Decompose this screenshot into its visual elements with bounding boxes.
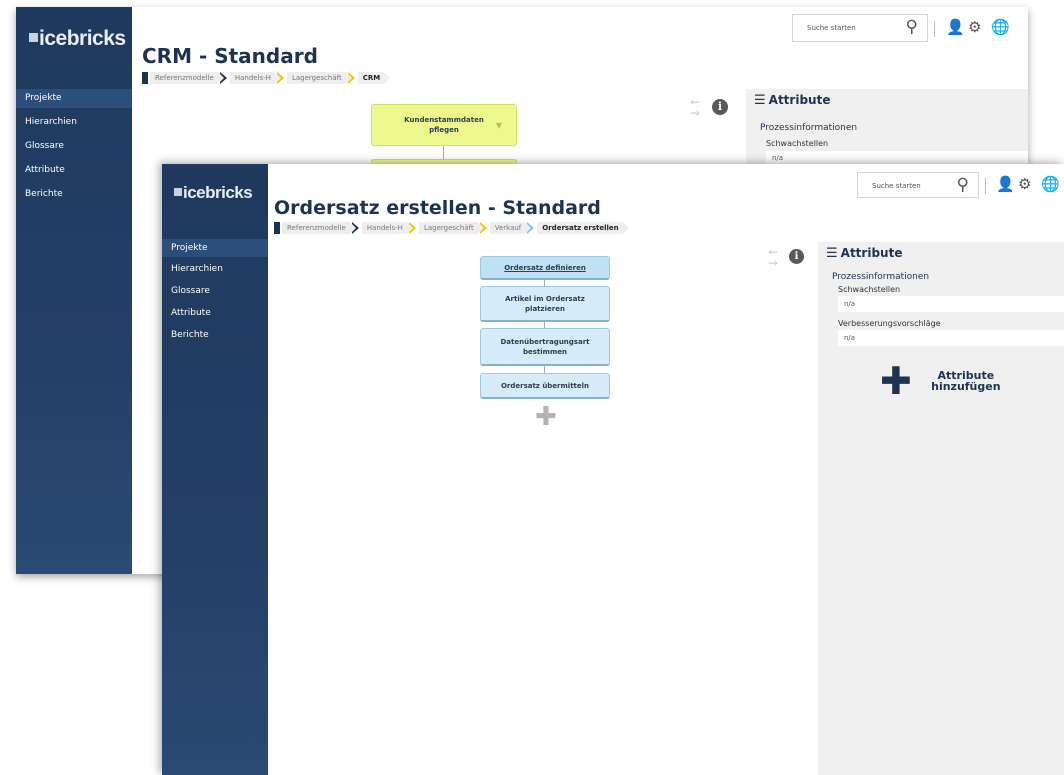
sidebar-item-berichte[interactable]: Berichte xyxy=(162,327,268,349)
breadcrumb-item[interactable]: Referenzmodelle xyxy=(282,222,356,234)
panel-header-label: Attribute xyxy=(840,246,903,260)
sidebar-item-attribute[interactable]: Attribute xyxy=(16,161,132,185)
process-step[interactable]: Kundenstammdaten pflegen ▼ xyxy=(371,104,517,146)
toolbar-divider xyxy=(934,21,935,37)
section-title: Prozessinformationen xyxy=(760,123,858,133)
search-input[interactable]: Suche starten ⚲ xyxy=(792,14,928,42)
panel-header: ☰ Attribute xyxy=(826,246,902,261)
breadcrumb-item[interactable]: Handels-H xyxy=(361,222,414,234)
info-icon[interactable]: i xyxy=(789,249,804,264)
search-input[interactable]: Suche starten ⚲ xyxy=(857,172,979,198)
process-step[interactable]: Ordersatz definieren xyxy=(480,256,610,280)
sidebar-item-projekte[interactable]: Projekte xyxy=(162,239,268,257)
sidebar-nav: Projekte Hierarchien Glossare Attribute … xyxy=(162,239,268,349)
field-label: Schwachstellen xyxy=(838,285,901,294)
sidebar-item-projekte[interactable]: Projekte xyxy=(16,89,132,108)
process-step[interactable]: Datenübertragungsart bestimmen xyxy=(480,328,610,366)
ordersatz-window: icebricks Projekte Hierarchien Glossare … xyxy=(162,164,1064,775)
connector xyxy=(443,146,444,159)
process-step[interactable]: Ordersatz übermitteln xyxy=(480,373,610,399)
page-title: CRM - Standard xyxy=(142,44,318,68)
process-step-label: Artikel im Ordersatz platzieren xyxy=(505,294,585,313)
globe-icon[interactable]: 🌐 xyxy=(1041,177,1060,192)
section-title: Prozessinformationen xyxy=(832,272,930,282)
field-value[interactable]: n/a xyxy=(838,330,1064,346)
breadcrumb-item[interactable]: Handels-H xyxy=(229,72,282,84)
logo-text: icebricks xyxy=(39,27,126,50)
search-placeholder: Suche starten xyxy=(807,24,856,32)
sidebar-item-glossare[interactable]: Glossare xyxy=(16,137,132,161)
process-step-label: Datenübertragungsart bestimmen xyxy=(500,337,590,356)
search-placeholder: Suche starten xyxy=(872,182,921,190)
breadcrumb-item[interactable]: Referenzmodelle xyxy=(150,72,224,84)
swap-arrows-icon[interactable]: ⇜ ⇝ xyxy=(768,246,778,269)
logo-mark xyxy=(29,33,38,43)
breadcrumb-item[interactable]: Verkauf xyxy=(489,222,531,234)
process-step-label: Kundenstammdaten pflegen xyxy=(404,116,484,134)
sidebar-item-hierarchien[interactable]: Hierarchien xyxy=(16,113,132,137)
list-icon: ☰ xyxy=(826,246,838,261)
field-label: Schwachstellen xyxy=(766,139,829,148)
add-attribute-button[interactable]: ✚ Attribute hinzufügen xyxy=(880,359,1006,403)
add-step-plus-icon[interactable]: ✚ xyxy=(535,404,557,430)
panel-header-label: Attribute xyxy=(768,93,831,107)
logo[interactable]: icebricks xyxy=(174,183,253,203)
page-title: Ordersatz erstellen - Standard xyxy=(274,197,601,219)
process-step-label: Ordersatz übermitteln xyxy=(500,381,590,390)
info-icon[interactable]: i xyxy=(712,99,728,115)
logo-mark xyxy=(174,188,182,197)
gear-icon[interactable]: ⚙ xyxy=(968,20,981,35)
user-icon[interactable]: 👤 xyxy=(946,20,965,35)
gear-icon[interactable]: ⚙ xyxy=(1018,177,1031,192)
field-value[interactable]: n/a xyxy=(766,151,1028,165)
breadcrumb: Referenzmodelle Handels-H Lagergeschäft … xyxy=(142,72,394,84)
search-icon[interactable]: ⚲ xyxy=(906,19,918,36)
sidebar-nav: Projekte Hierarchien Glossare Attribute … xyxy=(16,89,132,209)
attribute-panel: ☰ Attribute Prozessinformationen Schwachs… xyxy=(818,242,1064,775)
breadcrumb-item-current[interactable]: Ordersatz erstellen xyxy=(537,222,630,234)
sidebar-item-attribute[interactable]: Attribute xyxy=(162,305,268,327)
user-icon[interactable]: 👤 xyxy=(996,177,1015,192)
field-label: Verbesserungsvorschläge xyxy=(838,319,941,328)
toolbar-divider xyxy=(985,178,986,194)
plus-icon: ✚ xyxy=(880,359,912,403)
breadcrumb-item[interactable]: Lagergeschäft xyxy=(286,72,352,84)
search-icon[interactable]: ⚲ xyxy=(957,177,969,194)
list-icon: ☰ xyxy=(754,93,766,108)
connector xyxy=(544,366,545,373)
breadcrumb-item[interactable]: Lagergeschäft xyxy=(418,222,484,234)
process-diagram: ⇜ ⇝ i Ordersatz definieren Artikel im Ord… xyxy=(268,242,818,775)
sidebar-item-hierarchien[interactable]: Hierarchien xyxy=(162,261,268,283)
chevron-down-icon[interactable]: ▼ xyxy=(496,121,502,131)
process-step[interactable]: Artikel im Ordersatz platzieren xyxy=(480,286,610,322)
logo-text: icebricks xyxy=(183,183,253,202)
panel-header: ☰ Attribute xyxy=(754,93,830,108)
logo[interactable]: icebricks xyxy=(29,27,126,51)
breadcrumb: Referenzmodelle Handels-H Lagergeschäft … xyxy=(274,222,633,234)
sidebar-item-berichte[interactable]: Berichte xyxy=(16,185,132,209)
process-step-label: Ordersatz definieren xyxy=(504,263,586,272)
swap-arrows-icon[interactable]: ⇜ ⇝ xyxy=(690,96,700,119)
breadcrumb-start-marker xyxy=(274,222,280,234)
sidebar: icebricks Projekte Hierarchien Glossare … xyxy=(162,164,268,775)
breadcrumb-start-marker xyxy=(142,72,148,84)
globe-icon[interactable]: 🌐 xyxy=(991,20,1010,35)
add-attribute-label: Attribute hinzufügen xyxy=(931,369,1001,393)
field-value[interactable]: n/a xyxy=(838,296,1064,312)
sidebar-item-glossare[interactable]: Glossare xyxy=(162,283,268,305)
breadcrumb-item-current[interactable]: CRM xyxy=(357,72,390,84)
sidebar: icebricks Projekte Hierarchien Glossare … xyxy=(16,7,132,574)
